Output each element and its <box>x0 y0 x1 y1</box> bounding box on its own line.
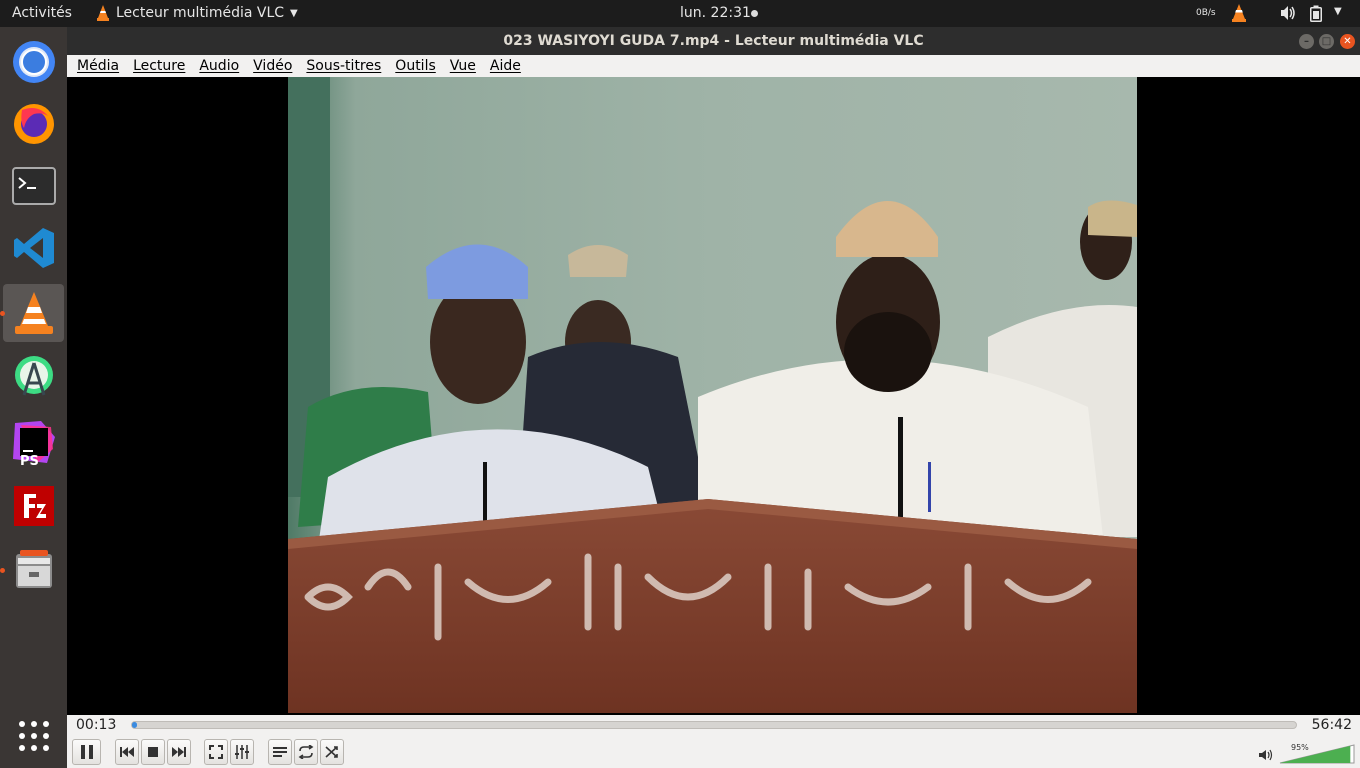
speaker-icon <box>1259 749 1273 761</box>
pause-icon <box>80 745 93 759</box>
seek-row: 00:13 56:42 <box>67 715 1360 737</box>
network-speed: 0B/s <box>1196 8 1216 18</box>
terminal-icon <box>11 167 56 205</box>
volume-slider[interactable] <box>1279 744 1355 764</box>
menu-view[interactable]: Vue <box>450 58 476 74</box>
fullscreen-button[interactable] <box>204 739 228 765</box>
android-studio-icon <box>14 356 53 396</box>
playlist-icon <box>273 747 287 757</box>
clock[interactable]: lun. 22:31 <box>680 5 751 21</box>
vlc-icon <box>14 292 53 334</box>
minimize-icon: – <box>1304 36 1309 47</box>
vlc-running-indicator <box>0 311 5 316</box>
fullscreen-icon <box>209 745 223 759</box>
system-menu-chevron-icon[interactable]: ▼ <box>1334 6 1342 17</box>
stop-button[interactable] <box>141 739 165 765</box>
filezilla-icon <box>13 486 54 526</box>
chevron-down-icon: ▼ <box>290 7 298 19</box>
dock-filezilla[interactable] <box>3 477 64 535</box>
menu-tools[interactable]: Outils <box>395 58 435 74</box>
app-menu[interactable]: Lecteur multimédia VLC ▼ <box>96 5 298 21</box>
mute-button[interactable] <box>1259 749 1273 765</box>
total-time[interactable]: 56:42 <box>1312 717 1352 733</box>
vlc-cone-icon <box>97 5 109 21</box>
dock-vscode[interactable] <box>3 219 64 277</box>
dock-firefox[interactable] <box>3 95 64 153</box>
stop-icon <box>148 747 158 757</box>
dock-files[interactable] <box>3 541 64 599</box>
volume-wedge <box>1279 744 1355 764</box>
menu-lecture[interactable]: Lecture <box>133 58 185 74</box>
previous-button[interactable] <box>115 739 139 765</box>
menu-subtitles[interactable]: Sous-titres <box>306 58 381 74</box>
firefox-icon <box>13 104 54 144</box>
seek-slider[interactable] <box>131 721 1297 729</box>
top-panel: Activités Lecteur multimédia VLC ▼ lun. … <box>0 0 1360 27</box>
vscode-icon <box>13 228 54 268</box>
shuffle-button[interactable] <box>320 739 344 765</box>
dock: PS <box>0 27 67 768</box>
battery-icon[interactable] <box>1310 5 1322 26</box>
next-icon <box>172 747 186 757</box>
shuffle-icon <box>325 746 338 758</box>
window-title: 023 WASIYOYI GUDA 7.mp4 - Lecteur multim… <box>503 33 924 49</box>
video-picture <box>288 77 1137 713</box>
equalizer-icon <box>235 745 249 759</box>
video-frame <box>288 77 1137 713</box>
menu-help[interactable]: Aide <box>490 58 521 74</box>
close-icon: ✕ <box>1343 36 1352 47</box>
extended-settings-button[interactable] <box>230 739 254 765</box>
show-applications-button[interactable] <box>3 707 64 765</box>
menu-audio[interactable]: Audio <box>199 58 239 74</box>
notification-dot <box>751 10 758 17</box>
menu-bar: Média Lecture Audio Vidéo Sous-titres Ou… <box>67 55 1360 77</box>
playlist-button[interactable] <box>268 739 292 765</box>
menu-video[interactable]: Vidéo <box>253 58 292 74</box>
maximize-button[interactable]: □ <box>1319 34 1334 49</box>
files-running-indicator <box>0 568 5 573</box>
volume-tray-icon[interactable] <box>1280 5 1296 25</box>
activities-button[interactable]: Activités <box>12 5 72 21</box>
grid-icon <box>18 721 49 751</box>
next-button[interactable] <box>167 739 191 765</box>
seek-progress <box>132 722 137 728</box>
close-button[interactable]: ✕ <box>1340 34 1355 49</box>
app-menu-label: Lecteur multimédia VLC <box>116 5 285 21</box>
menu-media[interactable]: Média <box>77 58 119 74</box>
window-titlebar[interactable]: 023 WASIYOYI GUDA 7.mp4 - Lecteur multim… <box>67 27 1360 55</box>
maximize-icon: □ <box>1321 36 1332 47</box>
loop-icon <box>298 745 314 759</box>
vlc-tray-icon[interactable] <box>1230 3 1248 27</box>
loop-button[interactable] <box>294 739 318 765</box>
phpstorm-label: PS <box>20 454 39 469</box>
elapsed-time[interactable]: 00:13 <box>76 717 116 733</box>
dock-vlc[interactable] <box>3 284 64 342</box>
video-area[interactable] <box>67 77 1360 715</box>
controls-row: 95% <box>67 737 1360 768</box>
dock-android-studio[interactable] <box>3 349 64 407</box>
previous-icon <box>120 747 134 757</box>
files-icon <box>15 550 52 588</box>
chrome-icon <box>12 41 55 83</box>
dock-chrome[interactable] <box>3 33 64 91</box>
minimize-button[interactable]: – <box>1299 34 1314 49</box>
pause-button[interactable] <box>72 739 101 765</box>
dock-terminal[interactable] <box>3 157 64 215</box>
